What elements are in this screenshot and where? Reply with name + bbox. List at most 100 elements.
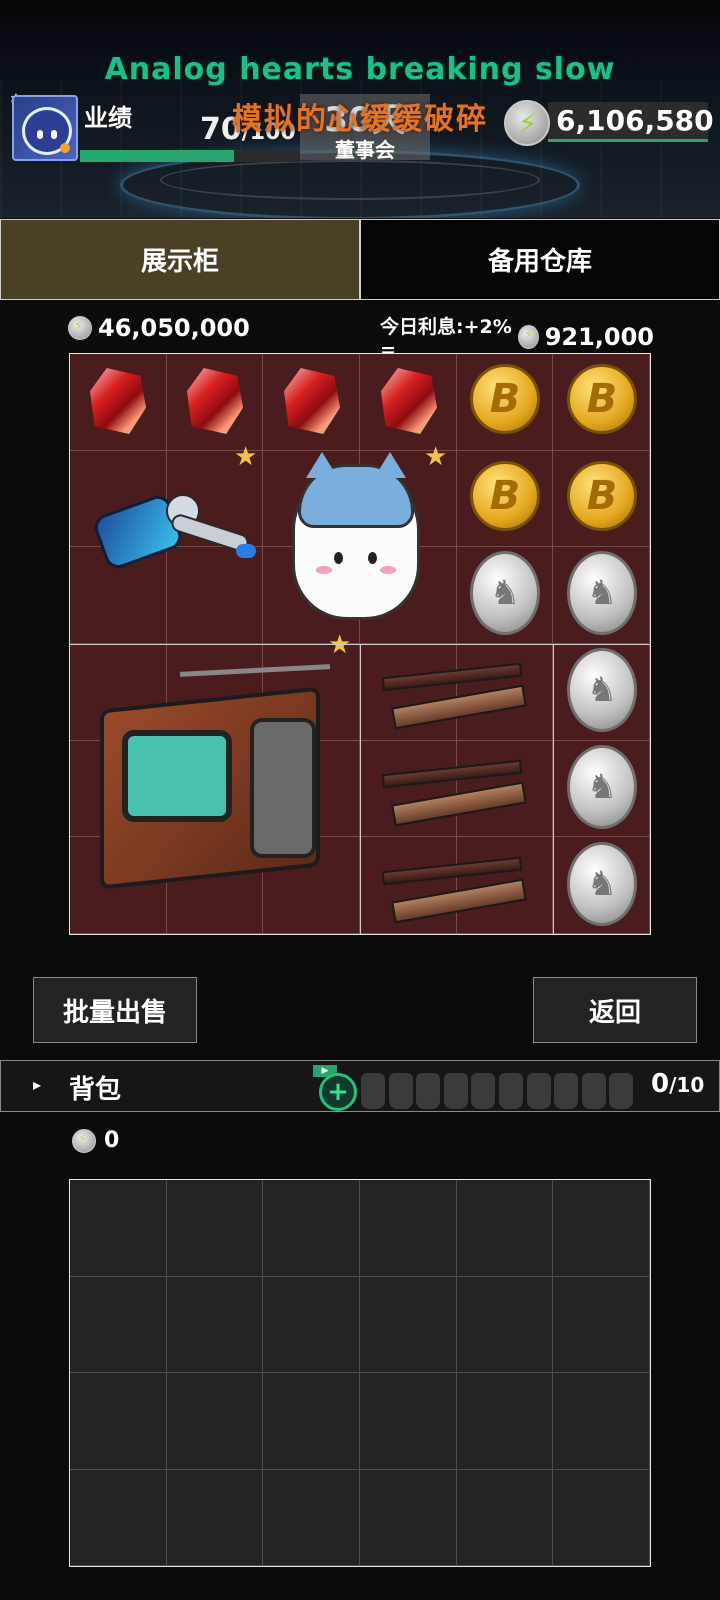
backpack-cell[interactable]: [166, 1373, 264, 1470]
gold-coin-item[interactable]: B: [567, 461, 637, 531]
cat-ear: [306, 452, 338, 478]
stick-top: [381, 662, 523, 692]
backpack-cell[interactable]: [360, 1469, 457, 1566]
backpack-count-current: 0: [651, 1069, 670, 1099]
back-button[interactable]: 返回: [533, 977, 697, 1043]
backpack-label: 背包: [69, 1075, 122, 1105]
backpack-cell[interactable]: [263, 1373, 360, 1470]
backpack-slot-indicator: [581, 1073, 606, 1109]
stick-bottom: [391, 878, 527, 924]
coin-icon: [68, 316, 92, 340]
backpack-slot-indicator: [498, 1073, 523, 1109]
board-meeting-label: 董事会: [335, 138, 395, 162]
overlay-song-title: Analog hearts breaking slow: [104, 52, 616, 87]
silver-coin-item[interactable]: ♞: [567, 648, 637, 732]
backpack-slot-indicator: [416, 1073, 441, 1109]
tv-screen: [122, 730, 232, 822]
backpack-cell[interactable]: [456, 1180, 554, 1277]
gold-coin-item[interactable]: B: [470, 461, 540, 531]
backpack-slot-indicator: [361, 1073, 385, 1109]
cat-blush: [316, 566, 332, 574]
retro-tv-item[interactable]: [100, 664, 340, 908]
wooden-stick-item[interactable]: [381, 662, 527, 730]
star-icon: ★: [234, 442, 258, 472]
backpack-cell[interactable]: [70, 1469, 167, 1566]
backpack-cell[interactable]: [553, 1276, 650, 1373]
tab-spare-warehouse[interactable]: 备用仓库: [360, 219, 720, 300]
backpack-grid: [69, 1179, 651, 1567]
cat-eye: [368, 552, 377, 564]
backpack-count: 0/10: [651, 1069, 704, 1099]
wooden-stick-item[interactable]: [381, 856, 527, 924]
showcase-total-value: 46,050,000: [98, 314, 250, 342]
cat-blush: [380, 566, 396, 574]
wooden-stick-item[interactable]: [381, 759, 527, 827]
backpack-cell[interactable]: [360, 1373, 457, 1470]
avatar-badge: [60, 143, 70, 153]
bulk-sell-button[interactable]: 批量出售: [33, 977, 197, 1043]
header-background-ring-inner: [160, 160, 540, 200]
backpack-slot-indicator: [388, 1073, 413, 1109]
tv-speaker: [250, 718, 316, 858]
robot-arm-tip: [236, 544, 256, 558]
stick-bottom: [391, 781, 527, 827]
coin-icon: [517, 324, 539, 349]
backpack-slot-indicator: [471, 1073, 496, 1109]
stick-bottom: [391, 684, 527, 730]
stick-top: [381, 759, 523, 789]
tab-showcase[interactable]: 展示柜: [0, 219, 360, 300]
stick-top: [381, 856, 523, 886]
gold-coin-item[interactable]: B: [567, 364, 637, 434]
overlay-song-subtitle: 模拟的心缓缓破碎: [232, 102, 488, 137]
backpack-cell[interactable]: [456, 1373, 554, 1470]
backpack-slot-indicator: [609, 1073, 634, 1109]
backpack-cell[interactable]: [553, 1180, 650, 1277]
backpack-cell[interactable]: [456, 1276, 554, 1373]
star-icon: ★: [328, 630, 352, 660]
backpack-cell[interactable]: [553, 1469, 650, 1566]
backpack-cell[interactable]: [166, 1180, 264, 1277]
backpack-slot-indicator: [554, 1073, 579, 1109]
backpack-cell[interactable]: [360, 1276, 457, 1373]
expand-arrow-icon[interactable]: ▸: [33, 1075, 41, 1094]
backpack-cell[interactable]: [263, 1276, 360, 1373]
backpack-value: 0: [72, 1128, 119, 1153]
storage-tabs: 展示柜 备用仓库: [0, 219, 720, 300]
backpack-header[interactable]: ▸ 背包 ▶ + 0/10: [0, 1060, 720, 1112]
coin-icon: [72, 1128, 96, 1153]
gold-coin-item[interactable]: B: [470, 364, 540, 434]
performance-progress-fill: [80, 150, 234, 162]
backpack-cell[interactable]: [360, 1180, 457, 1277]
backpack-cell[interactable]: [263, 1180, 360, 1277]
backpack-cell[interactable]: [456, 1469, 554, 1566]
backpack-cell[interactable]: [166, 1276, 264, 1373]
backpack-cell[interactable]: [166, 1469, 264, 1566]
silver-coin-item[interactable]: ♞: [567, 551, 637, 635]
silver-coin-item[interactable]: ♞: [567, 745, 637, 829]
robot-item[interactable]: [78, 484, 258, 584]
showcase-total: 46,050,000: [68, 314, 250, 342]
star-icon: ★: [424, 442, 448, 472]
daily-interest-value: 921,000: [544, 322, 654, 351]
item-separator: [553, 644, 555, 934]
backpack-cell[interactable]: [70, 1276, 167, 1373]
item-separator: [360, 644, 361, 934]
performance-progress-bar: [80, 150, 300, 162]
backpack-cell[interactable]: [70, 1373, 167, 1470]
silver-coin-item[interactable]: ♞: [567, 842, 637, 926]
backpack-slot-indicator: [443, 1073, 468, 1109]
backpack-cell[interactable]: [263, 1469, 360, 1566]
blue-cat-item[interactable]: [292, 452, 420, 620]
cat-ear: [374, 452, 406, 478]
backpack-slot-indicators: [361, 1073, 634, 1109]
backpack-slot-indicator: [526, 1073, 551, 1109]
backpack-cell[interactable]: [70, 1180, 167, 1277]
backpack-capacity: /10: [669, 1073, 705, 1097]
backpack-value-amount: 0: [104, 1128, 120, 1153]
backpack-cell[interactable]: [553, 1373, 650, 1470]
cat-eye: [334, 552, 343, 564]
top-status-bar: ✲ 业绩 30天 董事会 70/100 ⚡ 6,106,580 Analog h…: [0, 0, 720, 218]
silver-coin-item[interactable]: ♞: [470, 551, 540, 635]
add-slot-button[interactable]: +: [319, 1073, 357, 1111]
showcase-grid: B B B B ♞ ♞ ♞ ♞ ♞ ★ ★ ★: [69, 353, 651, 935]
